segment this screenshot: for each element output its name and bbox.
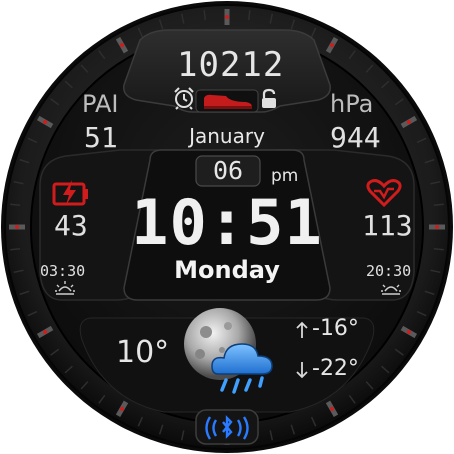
bezel-minor-tick — [203, 10, 207, 21]
pai-label: PAI — [82, 90, 119, 118]
temperature-value: 10° — [116, 335, 170, 370]
moon-cloud-rain-icon — [184, 308, 273, 394]
lock-icon — [262, 88, 276, 108]
bezel-red-marker — [225, 15, 229, 19]
bezel-red-marker — [43, 330, 48, 334]
month-label: January — [189, 124, 265, 148]
sunrise-time: 03:30 — [40, 262, 86, 280]
bezel-red-marker — [406, 120, 411, 124]
arrow-up-icon — [296, 321, 308, 338]
ampm-label: pm — [271, 166, 299, 186]
sunrise-icon — [55, 281, 75, 295]
temp-high-value: -16° — [312, 316, 359, 341]
day-value: 06 — [212, 156, 244, 185]
bezel-red-marker — [330, 406, 334, 411]
bezel-red-marker — [120, 406, 124, 411]
sunset-time: 20:30 — [366, 262, 412, 280]
bezel-red-marker — [406, 330, 411, 334]
bluetooth-icon[interactable] — [202, 414, 252, 442]
pressure-label: hPa — [330, 90, 374, 118]
time-value: 10:51 — [131, 186, 323, 259]
bezel-red-marker — [120, 43, 124, 48]
bezel-red-marker — [43, 120, 48, 124]
bezel-minor-tick — [247, 10, 251, 21]
temp-low-value: -22° — [312, 356, 359, 381]
shoe-icon — [204, 94, 252, 109]
steps-value: 10212 — [177, 45, 285, 85]
sunset-icon — [381, 284, 401, 295]
arrow-down-icon — [296, 362, 308, 379]
bezel-red-marker — [330, 43, 334, 48]
alarm-clock-icon — [174, 87, 194, 110]
